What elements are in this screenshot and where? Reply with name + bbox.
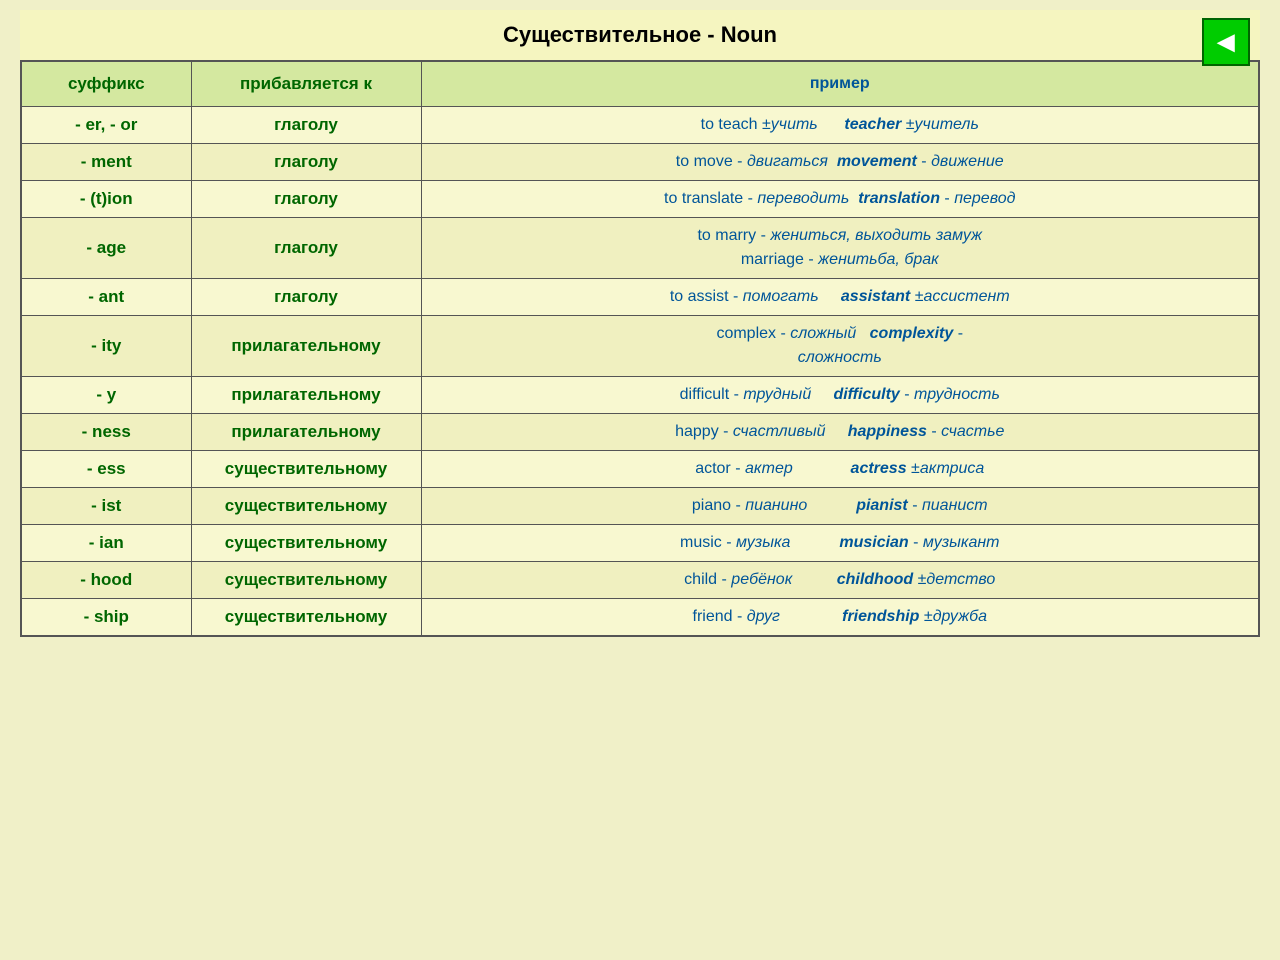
cell-added-to: прилагательному bbox=[191, 316, 421, 377]
noun-table: суффикс прибавляется к пример - er, - or… bbox=[20, 60, 1260, 637]
table-row: - nessприлагательномуhappy - счастливый … bbox=[21, 414, 1259, 451]
cell-example: child - ребёнок childhood ±детство bbox=[421, 562, 1259, 599]
cell-suffix: - er, - or bbox=[21, 107, 191, 144]
cell-example: music - музыка musician - музыкант bbox=[421, 525, 1259, 562]
cell-example: actor - актер actress ±актриса bbox=[421, 451, 1259, 488]
header-suffix: суффикс bbox=[21, 61, 191, 107]
cell-added-to: существительному bbox=[191, 525, 421, 562]
cell-suffix: - ness bbox=[21, 414, 191, 451]
cell-example: to move - двигаться movement - движение bbox=[421, 144, 1259, 181]
cell-example: complex - сложный complexity -сложность bbox=[421, 316, 1259, 377]
cell-suffix: - ist bbox=[21, 488, 191, 525]
cell-example: difficult - трудный difficulty - труднос… bbox=[421, 377, 1259, 414]
cell-added-to: глаголу bbox=[191, 107, 421, 144]
cell-suffix: - age bbox=[21, 218, 191, 279]
cell-added-to: существительному bbox=[191, 451, 421, 488]
table-row: - yприлагательномуdifficult - трудный di… bbox=[21, 377, 1259, 414]
cell-added-to: глаголу bbox=[191, 181, 421, 218]
cell-example: to teach ±учить teacher ±учитель bbox=[421, 107, 1259, 144]
cell-example: to marry - жениться, выходить замужmarri… bbox=[421, 218, 1259, 279]
header-added-to: прибавляется к bbox=[191, 61, 421, 107]
cell-added-to: существительному bbox=[191, 599, 421, 637]
cell-suffix: - ity bbox=[21, 316, 191, 377]
cell-suffix: - ess bbox=[21, 451, 191, 488]
table-row: - ageглаголуto marry - жениться, выходит… bbox=[21, 218, 1259, 279]
cell-example: to translate - переводить translation - … bbox=[421, 181, 1259, 218]
cell-suffix: - (t)ion bbox=[21, 181, 191, 218]
cell-example: friend - друг friendship ±дружба bbox=[421, 599, 1259, 637]
header: Существительное - Noun ◀ bbox=[20, 10, 1260, 60]
cell-added-to: глаголу bbox=[191, 279, 421, 316]
cell-added-to: прилагательному bbox=[191, 377, 421, 414]
table-row: - hoodсуществительномуchild - ребёнок ch… bbox=[21, 562, 1259, 599]
cell-added-to: глаголу bbox=[191, 144, 421, 181]
cell-suffix: - ant bbox=[21, 279, 191, 316]
cell-suffix: - ian bbox=[21, 525, 191, 562]
cell-example: piano - пианино pianist - пианист bbox=[421, 488, 1259, 525]
table-row: - istсуществительномуpiano - пианино pia… bbox=[21, 488, 1259, 525]
table-row: - essсуществительномуactor - актер actre… bbox=[21, 451, 1259, 488]
table-row: - antглаголуto assist - помогать assista… bbox=[21, 279, 1259, 316]
cell-added-to: прилагательному bbox=[191, 414, 421, 451]
table-row: - ianсуществительномуmusic - музыка musi… bbox=[21, 525, 1259, 562]
cell-suffix: - ship bbox=[21, 599, 191, 637]
cell-added-to: глаголу bbox=[191, 218, 421, 279]
page-wrapper: Существительное - Noun ◀ суффикс прибавл… bbox=[20, 10, 1260, 637]
table-body: - er, - orглаголуto teach ±учить teacher… bbox=[21, 107, 1259, 637]
table-header-row: суффикс прибавляется к пример bbox=[21, 61, 1259, 107]
table-row: - ityприлагательномуcomplex - сложный co… bbox=[21, 316, 1259, 377]
nav-button[interactable]: ◀ bbox=[1202, 18, 1250, 66]
cell-added-to: существительному bbox=[191, 562, 421, 599]
header-example: пример bbox=[421, 61, 1259, 107]
cell-added-to: существительному bbox=[191, 488, 421, 525]
table-row: - (t)ionглаголуto translate - переводить… bbox=[21, 181, 1259, 218]
cell-suffix: - hood bbox=[21, 562, 191, 599]
cell-example: to assist - помогать assistant ±ассистен… bbox=[421, 279, 1259, 316]
table-row: - mentглаголуto move - двигаться movemen… bbox=[21, 144, 1259, 181]
cell-suffix: - ment bbox=[21, 144, 191, 181]
cell-example: happy - счастливый happiness - счастье bbox=[421, 414, 1259, 451]
table-row: - er, - orглаголуto teach ±учить teacher… bbox=[21, 107, 1259, 144]
table-row: - shipсуществительномуfriend - друг frie… bbox=[21, 599, 1259, 637]
page-title: Существительное - Noun bbox=[503, 22, 777, 48]
cell-suffix: - y bbox=[21, 377, 191, 414]
